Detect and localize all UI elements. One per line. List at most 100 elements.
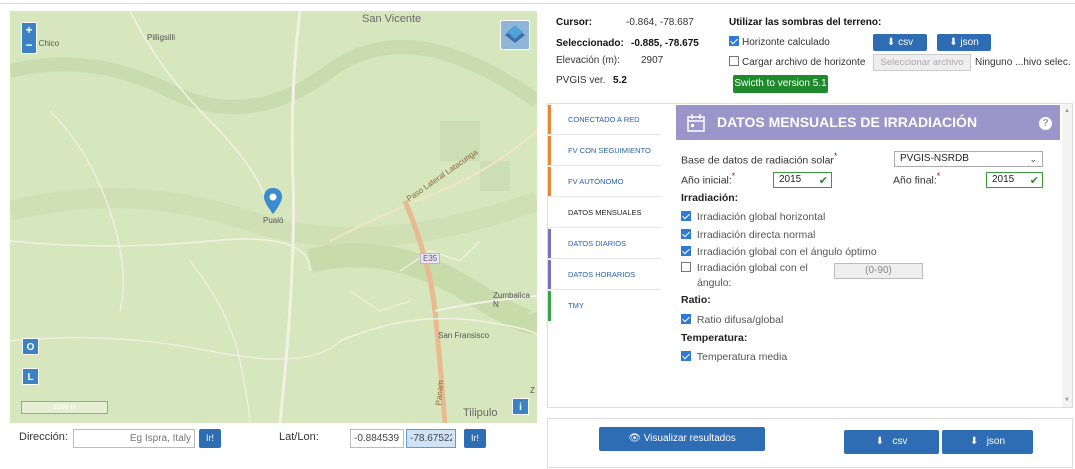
load-horizon-checkbox[interactable] — [729, 56, 739, 66]
temp-mean-option[interactable]: Temperatura media — [681, 351, 787, 363]
irr-opt-option[interactable]: Irradiación global con el ángulo óptimo — [681, 246, 877, 258]
layers-icon — [505, 25, 525, 43]
irr-ghi-label: Irradiación global horizontal — [696, 211, 826, 223]
selected-value: -0.885, -78.675 — [631, 38, 699, 49]
tab-fv-autonomo[interactable]: FV AUTÓNOMO — [548, 167, 661, 197]
tab-datos-horarios[interactable]: DATOS HORARIOS — [548, 260, 661, 290]
eye-icon: 👁 — [628, 433, 641, 444]
ratio-diffuse-label: Ratio difusa/global — [696, 314, 784, 326]
irr-dni-checkbox[interactable] — [681, 229, 691, 239]
latlon-go-button[interactable]: Ir! — [464, 429, 486, 448]
load-horizon-option[interactable]: Cargar archivo de horizonte — [729, 56, 865, 68]
angle-input[interactable]: (0-90) — [834, 263, 923, 279]
start-year-select[interactable]: 2015 ✔ — [773, 172, 832, 188]
map-info-button[interactable]: i — [512, 398, 529, 415]
direccion-label: Dirección: — [19, 431, 68, 443]
db-select[interactable]: PVGIS-NSRDB ⌄ — [894, 151, 1043, 167]
lat-input[interactable] — [350, 429, 404, 448]
tab-label: TMY — [568, 301, 584, 310]
no-file-text: Ninguno ...hivo selec. — [975, 57, 1071, 68]
direccion-input[interactable] — [73, 429, 195, 448]
horizon-json-label: json — [960, 37, 979, 48]
irr-ghi-option[interactable]: Irradiación global horizontal — [681, 211, 825, 223]
horizon-csv-button[interactable]: ⬇ csv — [873, 34, 927, 51]
temp-mean-label: Temperatura media — [696, 351, 788, 363]
map-label-e35: E35 — [420, 253, 441, 264]
irr-ghi-checkbox[interactable] — [681, 211, 691, 221]
ratio-diffuse-option[interactable]: Ratio difusa/global — [681, 314, 783, 326]
address-bar: Dirección: Ir! Lat/Lon: Ir! — [10, 428, 537, 450]
irr-angle-checkbox[interactable] — [681, 262, 691, 272]
check-icon: ✔ — [1029, 175, 1039, 187]
results-json-button[interactable]: ⬇ json — [942, 430, 1033, 454]
horizon-json-button[interactable]: ⬇ json — [937, 34, 991, 51]
zoom-control: + − — [21, 22, 37, 54]
selected-label: Seleccionado: — [556, 38, 624, 49]
horizon-calc-option[interactable]: Horizonte calculado — [729, 36, 830, 48]
scroll-up-icon[interactable]: ▲ — [1064, 108, 1070, 114]
direccion-go-button[interactable]: Ir! — [199, 429, 221, 448]
chevron-down-icon: ⌄ — [1029, 154, 1037, 164]
map-o-button[interactable]: O — [22, 338, 39, 355]
zoom-out-button[interactable]: − — [22, 38, 36, 53]
map-marker-icon[interactable] — [264, 188, 282, 217]
layers-button[interactable] — [500, 20, 530, 50]
actions-bar: 👁 Visualizar resultados ⬇ csv ⬇ json — [547, 418, 1073, 468]
tab-label: DATOS DIARIOS — [568, 239, 627, 248]
map-l-button[interactable]: L — [22, 368, 39, 385]
map-label-san-fransisco: San Fransisco — [438, 331, 490, 340]
irradiation-section-title: Irradiación: — [681, 192, 739, 204]
tab-datos-diarios[interactable]: DATOS DIARIOS — [548, 229, 661, 259]
map-label-pilligsilli: Pilligsilli — [147, 33, 176, 42]
tab-conectado-a-red[interactable]: CONECTADO A RED — [548, 105, 661, 135]
cursor-label: Cursor: — [556, 17, 593, 28]
horizon-calc-checkbox[interactable] — [729, 36, 739, 46]
elevation-label: Elevación (m): — [556, 55, 620, 66]
irr-dni-option[interactable]: Irradiación directa normal — [681, 229, 815, 241]
results-csv-button[interactable]: ⬇ csv — [844, 430, 939, 454]
map-label-pualo: Pualó — [263, 216, 284, 225]
switch-version-button[interactable]: Swicth to version 5.1 — [733, 75, 828, 93]
latlon-label: Lat/Lon: — [279, 431, 319, 443]
visualize-results-button[interactable]: 👁 Visualizar resultados — [599, 427, 765, 451]
tab-tmy[interactable]: TMY — [548, 291, 661, 321]
db-select-value: PVGIS-NSRDB — [900, 153, 969, 164]
end-year-label: Año final:* — [893, 171, 941, 187]
panel-title: DATOS MENSUALES DE IRRADIACIÓN — [717, 114, 978, 130]
lon-input[interactable] — [406, 429, 456, 448]
temp-mean-checkbox[interactable] — [681, 351, 691, 361]
irr-angle-label-2: ángulo: — [697, 277, 732, 289]
horizon-calc-label: Horizonte calculado — [742, 37, 830, 48]
tab-label: DATOS MENSUALES — [568, 208, 642, 217]
tab-fv-con-seguimiento[interactable]: FV CON SEGUIMIENTO — [548, 136, 661, 166]
tab-datos-mensuales[interactable]: DATOS MENSUALES — [548, 198, 661, 228]
main-panel: CONECTADO A RED FV CON SEGUIMIENTO FV AU… — [547, 103, 1073, 408]
info-panel: Cursor: -0.864, -78.687 Seleccionado: -0… — [547, 8, 1073, 98]
zoom-in-button[interactable]: + — [22, 23, 36, 38]
pvgis-version-value: 5.2 — [613, 75, 627, 86]
cursor-value: -0.864, -78.687 — [626, 17, 694, 28]
panel-header: DATOS MENSUALES DE IRRADIACIÓN ? — [676, 105, 1060, 140]
tool-tabs: CONECTADO A RED FV CON SEGUIMIENTO FV AU… — [548, 104, 661, 407]
map-view[interactable]: San Vicente a Chico Pilligsilli Pualó Pa… — [10, 11, 537, 423]
horizon-csv-label: csv — [898, 37, 914, 48]
results-json-label: json — [986, 436, 1006, 447]
check-icon: ✔ — [818, 175, 828, 187]
end-year-select[interactable]: 2015 ✔ — [986, 172, 1043, 188]
calendar-icon — [687, 114, 705, 132]
tab-label: CONECTADO A RED — [568, 115, 640, 124]
ratio-diffuse-checkbox[interactable] — [681, 314, 691, 324]
help-icon[interactable]: ? — [1039, 117, 1052, 130]
download-icon: ⬇ — [875, 436, 885, 447]
map-scale: 1000 m — [21, 401, 108, 414]
scroll-down-icon[interactable]: ▼ — [1064, 397, 1070, 403]
irr-angle-option[interactable]: Irradiación global con el — [681, 262, 808, 274]
end-year-value: 2015 — [992, 174, 1015, 185]
load-horizon-label: Cargar archivo de horizonte — [742, 57, 866, 68]
results-csv-label: csv — [892, 436, 908, 447]
irr-opt-label: Irradiación global con el ángulo óptimo — [696, 246, 877, 258]
irr-opt-checkbox[interactable] — [681, 246, 691, 256]
panel-scrollbar[interactable]: ▲ ▼ — [1062, 104, 1072, 407]
visualize-results-label: Visualizar resultados — [643, 433, 736, 444]
select-file-button[interactable]: Seleccionar archivo — [873, 54, 971, 71]
